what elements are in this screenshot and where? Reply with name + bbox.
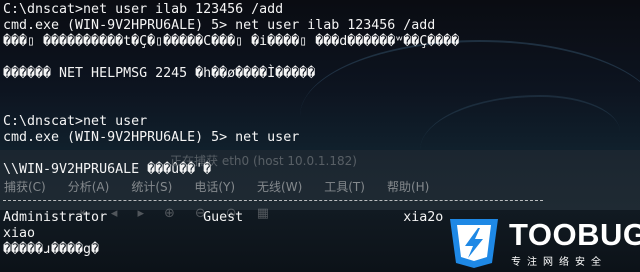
terminal-line: �����ɹ����g� xyxy=(3,242,100,257)
terminal-line: ���▯ ����������t�Ç�▯�����C���▯ �i����▯ �… xyxy=(3,34,460,49)
menu-item-wireless: 无线(W) xyxy=(257,180,303,194)
terminal-line: C:\dnscat>net user xyxy=(3,114,148,129)
terminal-line: C:\dnscat>net user ilab 123456 /add xyxy=(3,2,284,17)
terminal-window[interactable]: 正在捕获 eth0 (host 10.0.1.182) 捕获(C) 分析(A) 统计… xyxy=(0,0,640,272)
output-separator xyxy=(3,200,543,201)
logo-wordmark: TOOBUG xyxy=(509,217,640,252)
menu-item-analyze: 分析(A) xyxy=(67,180,110,194)
menu-item-telephony: 电话(Y) xyxy=(194,180,236,194)
terminal-line: \\WIN-9V2HPRU6ALE ���û��'� xyxy=(3,162,212,177)
terminal-line: ������ NET HELPMSG 2245 �h��ø����Ì����� xyxy=(3,66,316,81)
terminal-line: cmd.exe (WIN-9V2HPRU6ALE) 5> net user il… xyxy=(3,18,436,33)
toobug-shield-icon xyxy=(450,219,498,268)
terminal-line: cmd.exe (WIN-9V2HPRU6ALE) 5> net user xyxy=(3,130,300,145)
terminal-line: xiao xyxy=(3,226,36,241)
terminal-line: Administrator Guest xia2o xyxy=(3,210,444,225)
menu-item-capture: 捕获(C) xyxy=(4,180,46,194)
menu-item-help: 帮助(H) xyxy=(386,180,430,194)
toobug-logo: TOOBUG 专注网络安全 xyxy=(447,215,640,269)
menu-item-tools: 工具(T) xyxy=(324,180,365,194)
menu-item-statistics: 统计(S) xyxy=(131,180,173,194)
background-window-menu: 捕获(C) 分析(A) 统计(S) 电话(Y) 无线(W) 工具(T) 帮助(H) xyxy=(4,178,451,196)
logo-tagline: 专注网络安全 xyxy=(511,257,607,268)
